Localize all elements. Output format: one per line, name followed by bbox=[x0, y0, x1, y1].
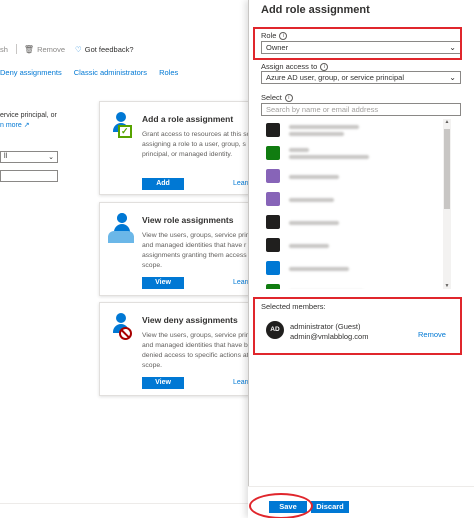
card-title: View deny assignments bbox=[142, 315, 238, 325]
users-icon bbox=[108, 213, 134, 243]
card-view-deny-assignments: View deny assignments View the users, gr… bbox=[99, 302, 252, 396]
card-description: Grant access to resources at this sc ass… bbox=[142, 130, 252, 160]
avatar bbox=[266, 146, 280, 160]
list-item[interactable] bbox=[261, 280, 463, 289]
list-item[interactable] bbox=[261, 188, 463, 211]
card-desc-line: scope. bbox=[142, 362, 163, 369]
selected-members-highlight-box bbox=[253, 297, 462, 355]
card-title: Add a role assignment bbox=[142, 114, 234, 124]
tab-roles[interactable]: Roles bbox=[159, 68, 178, 77]
heart-icon: ♡ bbox=[75, 44, 82, 54]
select-label: Select i bbox=[261, 93, 293, 103]
left-text-line: ervice principal, or bbox=[0, 112, 57, 119]
chevron-down-icon: ⌄ bbox=[449, 73, 456, 82]
avatar bbox=[266, 284, 280, 289]
card-desc-line: assigning a role to a user, group, s bbox=[142, 141, 246, 148]
refresh-button[interactable]: sh bbox=[0, 45, 8, 54]
card-description: View the users, groups, service princ an… bbox=[142, 231, 252, 271]
card-add-role-assignment: ✓ Add a role assignment Grant access to … bbox=[99, 101, 252, 195]
card-desc-line: View the users, groups, service princ bbox=[142, 332, 252, 339]
learn-more-label: n more bbox=[0, 122, 22, 129]
tab-deny-assignments[interactable]: Deny assignments bbox=[0, 68, 62, 77]
avatar bbox=[266, 192, 280, 206]
background-select-value: ll bbox=[4, 153, 8, 160]
card-desc-line: View the users, groups, service princ bbox=[142, 232, 252, 239]
tab-classic-administrators[interactable]: Classic administrators bbox=[74, 68, 147, 77]
member-results-list bbox=[261, 119, 463, 289]
toolbar-divider bbox=[15, 44, 17, 54]
scroll-down-icon[interactable]: ▼ bbox=[443, 283, 451, 289]
role-highlight-box bbox=[253, 27, 462, 60]
list-item[interactable] bbox=[261, 119, 463, 142]
add-user-icon: ✓ bbox=[108, 112, 134, 140]
scroll-up-icon[interactable]: ▲ bbox=[443, 119, 451, 125]
card-title: View role assignments bbox=[142, 215, 234, 225]
list-scrollbar[interactable]: ▲ ▼ bbox=[443, 119, 451, 289]
card-desc-line: scope. bbox=[142, 262, 163, 269]
remove-label: Remove bbox=[37, 44, 66, 54]
blade-title: Add role assignment bbox=[261, 4, 370, 16]
assign-access-label-text: Assign access to bbox=[261, 62, 318, 71]
background-input[interactable] bbox=[0, 170, 58, 182]
background-page: sh 🗑 Remove ♡ Got feedback? Deny assignm… bbox=[0, 0, 252, 518]
feedback-button[interactable]: ♡ Got feedback? bbox=[75, 45, 134, 54]
card-desc-line: assignments granting them access bbox=[142, 252, 247, 259]
feedback-label: Got feedback? bbox=[84, 44, 134, 54]
scroll-thumb[interactable] bbox=[444, 129, 450, 209]
divider bbox=[0, 503, 248, 504]
view-deny-assignments-button[interactable]: View bbox=[142, 377, 184, 389]
blurred-email bbox=[289, 132, 344, 136]
info-icon[interactable]: i bbox=[284, 94, 293, 103]
external-link-icon: ↗ bbox=[23, 122, 30, 129]
blurred-name bbox=[289, 125, 359, 129]
blurred-name bbox=[289, 244, 329, 248]
assign-access-label: Assign access to i bbox=[261, 62, 329, 72]
blurred-name bbox=[289, 221, 339, 225]
blurred-name bbox=[289, 267, 349, 271]
member-search-input[interactable]: Search by name or email address bbox=[261, 103, 461, 116]
background-left-text: ervice principal, or n more ↗ bbox=[0, 111, 60, 131]
background-toolbar: sh 🗑 Remove ♡ Got feedback? bbox=[0, 40, 248, 58]
card-desc-line: Grant access to resources at this sc bbox=[142, 131, 251, 138]
assign-access-value: Azure AD user, group, or service princip… bbox=[266, 73, 404, 82]
info-icon[interactable]: i bbox=[320, 63, 329, 72]
avatar bbox=[266, 169, 280, 183]
list-item[interactable] bbox=[261, 142, 463, 165]
select-label-text: Select bbox=[261, 93, 282, 102]
deny-user-icon bbox=[108, 313, 134, 341]
add-role-assignment-blade: Add role assignment Role i Owner ⌄ Assign… bbox=[248, 0, 474, 518]
blurred-name bbox=[289, 198, 334, 202]
learn-more-link[interactable]: n more ↗ bbox=[0, 121, 60, 131]
chevron-down-icon: ⌄ bbox=[48, 154, 54, 161]
avatar bbox=[266, 215, 280, 229]
blurred-email bbox=[289, 155, 369, 159]
assign-access-dropdown[interactable]: Azure AD user, group, or service princip… bbox=[261, 71, 461, 84]
blurred-name bbox=[289, 175, 339, 179]
card-description: View the users, groups, service princ an… bbox=[142, 331, 252, 371]
view-role-assignments-button[interactable]: View bbox=[142, 277, 184, 289]
save-highlight-ellipse bbox=[249, 493, 313, 518]
card-desc-line: and managed identities that have r bbox=[142, 242, 247, 249]
background-select[interactable]: ll ⌄ bbox=[0, 151, 58, 163]
card-desc-line: principal, or managed identity. bbox=[142, 151, 233, 158]
add-button[interactable]: Add bbox=[142, 178, 184, 190]
list-item[interactable] bbox=[261, 257, 463, 280]
card-desc-line: denied access to specific actions at bbox=[142, 352, 249, 359]
avatar bbox=[266, 238, 280, 252]
list-item[interactable] bbox=[261, 211, 463, 234]
discard-button[interactable]: Discard bbox=[311, 501, 349, 513]
blurred-name bbox=[289, 148, 309, 152]
list-item[interactable] bbox=[261, 165, 463, 188]
card-desc-line: and managed identities that have b bbox=[142, 342, 248, 349]
refresh-label: sh bbox=[0, 44, 8, 54]
avatar bbox=[266, 261, 280, 275]
trash-icon: 🗑 bbox=[23, 44, 35, 54]
card-view-role-assignments: View role assignments View the users, gr… bbox=[99, 202, 252, 296]
background-tabs: Deny assignments Classic administrators … bbox=[0, 68, 190, 77]
remove-button[interactable]: 🗑 Remove bbox=[24, 45, 65, 54]
list-item[interactable] bbox=[261, 234, 463, 257]
avatar bbox=[266, 123, 280, 137]
